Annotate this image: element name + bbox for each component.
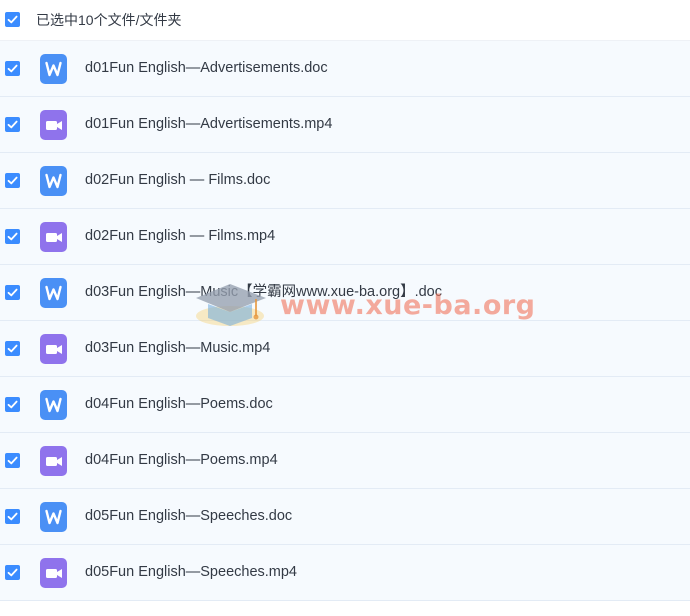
checkmark-icon	[7, 64, 18, 73]
row-checkbox[interactable]	[5, 565, 20, 580]
row-checkbox[interactable]	[5, 285, 20, 300]
file-row[interactable]: d04Fun English—Poems.mp4	[0, 433, 690, 489]
file-name[interactable]: d05Fun English—Speeches.doc	[85, 507, 292, 525]
checkmark-icon	[7, 400, 18, 409]
file-row[interactable]: d02Fun English — Films.mp4	[0, 209, 690, 265]
checkmark-icon	[7, 512, 18, 521]
video-file-icon	[40, 446, 67, 476]
selection-count-text: 已选中10个文件/文件夹	[36, 12, 182, 28]
row-checkbox[interactable]	[5, 341, 20, 356]
word-doc-icon	[40, 390, 67, 420]
file-name[interactable]: d05Fun English—Speeches.mp4	[85, 563, 297, 581]
row-checkbox[interactable]	[5, 173, 20, 188]
file-row[interactable]: d04Fun English—Poems.doc	[0, 377, 690, 433]
file-row[interactable]: d05Fun English—Speeches.doc	[0, 489, 690, 545]
word-doc-icon	[40, 166, 67, 196]
video-file-icon	[40, 222, 67, 252]
row-checkbox[interactable]	[5, 61, 20, 76]
file-list: d01Fun English—Advertisements.doc d01Fun…	[0, 41, 690, 601]
word-doc-icon	[40, 278, 67, 308]
row-checkbox[interactable]	[5, 397, 20, 412]
row-checkbox[interactable]	[5, 229, 20, 244]
checkmark-icon	[7, 456, 18, 465]
file-name[interactable]: d02Fun English — Films.mp4	[85, 227, 275, 245]
checkmark-icon	[7, 232, 18, 241]
row-checkbox[interactable]	[5, 453, 20, 468]
file-name[interactable]: d04Fun English—Poems.doc	[85, 395, 273, 413]
checkmark-icon	[7, 568, 18, 577]
file-name[interactable]: d04Fun English—Poems.mp4	[85, 451, 278, 469]
select-all-checkbox[interactable]	[5, 12, 20, 27]
file-row[interactable]: d02Fun English — Films.doc	[0, 153, 690, 209]
video-file-icon	[40, 334, 67, 364]
checkmark-icon	[7, 120, 18, 129]
video-file-icon	[40, 110, 67, 140]
file-row[interactable]: d01Fun English—Advertisements.doc	[0, 41, 690, 97]
file-row[interactable]: d05Fun English—Speeches.mp4	[0, 545, 690, 601]
checkmark-icon	[7, 176, 18, 185]
checkmark-icon	[7, 15, 18, 24]
file-row[interactable]: d01Fun English—Advertisements.mp4	[0, 97, 690, 153]
word-doc-icon	[40, 502, 67, 532]
row-checkbox[interactable]	[5, 509, 20, 524]
file-row[interactable]: d03Fun English—Music【学霸网www.xue-ba.org】.…	[0, 265, 690, 321]
file-name[interactable]: d01Fun English—Advertisements.doc	[85, 59, 328, 77]
video-file-icon	[40, 558, 67, 588]
checkmark-icon	[7, 344, 18, 353]
selection-header: 已选中10个文件/文件夹	[0, 0, 690, 41]
file-name[interactable]: d03Fun English—Music【学霸网www.xue-ba.org】.…	[85, 283, 442, 301]
file-name[interactable]: d03Fun English—Music.mp4	[85, 339, 270, 357]
checkmark-icon	[7, 288, 18, 297]
file-row[interactable]: d03Fun English—Music.mp4	[0, 321, 690, 377]
file-name[interactable]: d02Fun English — Films.doc	[85, 171, 270, 189]
file-name[interactable]: d01Fun English—Advertisements.mp4	[85, 115, 332, 133]
row-checkbox[interactable]	[5, 117, 20, 132]
word-doc-icon	[40, 54, 67, 84]
